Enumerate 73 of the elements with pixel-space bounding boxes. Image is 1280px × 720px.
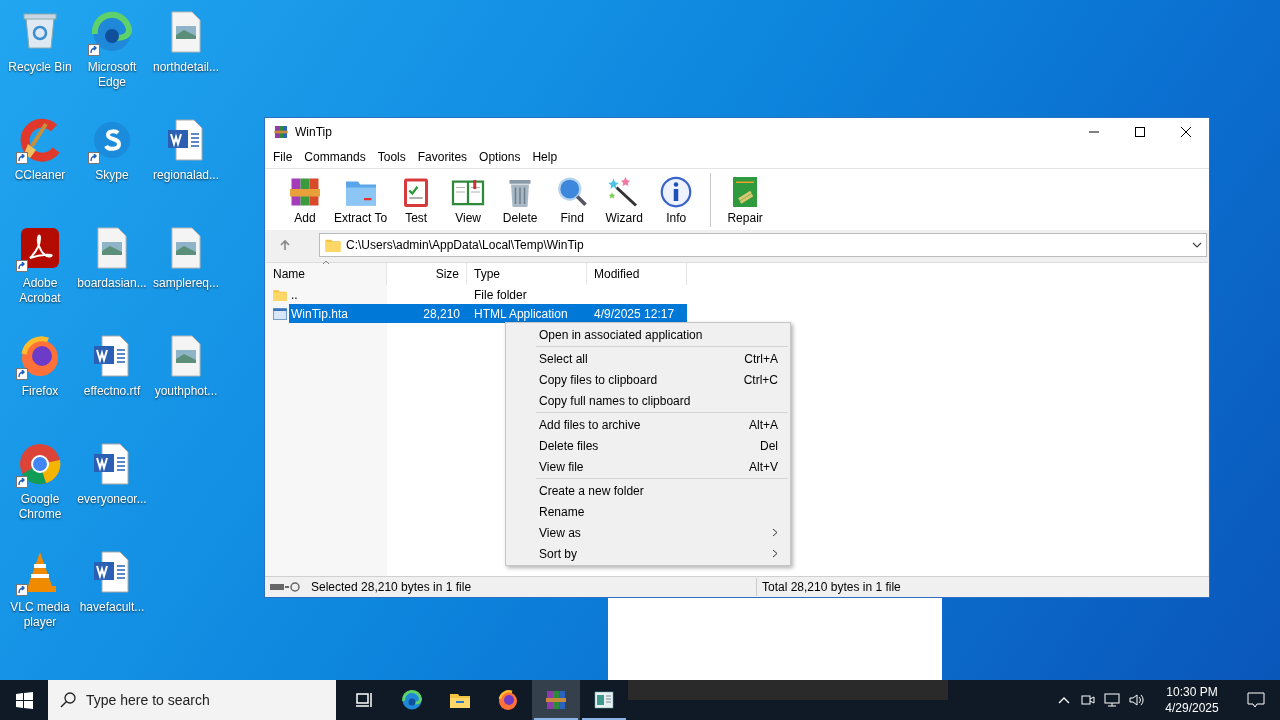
context-menu-item[interactable]: View as [506, 522, 790, 543]
column-header[interactable]: Type [467, 263, 587, 285]
browser-icon [400, 688, 424, 712]
toolbar-button[interactable]: Add [279, 169, 331, 230]
context-menu-item[interactable]: Add files to archive Alt+A [506, 414, 790, 435]
context-menu-item[interactable]: Rename [506, 501, 790, 522]
file-row[interactable]: .. File folder [266, 285, 1208, 304]
desktop-icon-label: Adobe Acrobat [18, 276, 62, 306]
menu-item[interactable]: Favorites [411, 148, 474, 166]
desktop-icon-label: effectno.rtf [83, 384, 141, 399]
desktop-icon-label: youthphot... [154, 384, 218, 399]
file-modified: 4/9/2025 12:17 [593, 305, 676, 323]
context-menu-item[interactable]: Open in associated application [506, 324, 790, 345]
context-menu-item[interactable]: Delete files Del [506, 435, 790, 456]
windows-logo-icon [15, 691, 33, 709]
desktop-icon-label: regionalad... [152, 168, 219, 183]
desktop-icon-label: CCleaner [14, 168, 66, 183]
toolbar-button[interactable]: View [442, 169, 495, 230]
toolbar-button[interactable]: Delete [494, 169, 547, 230]
file-type: HTML Application [473, 305, 569, 323]
toolbar-button[interactable]: Test [390, 169, 443, 230]
file-row[interactable]: WinTip.hta 28,210 HTML Application 4/9/2025 12:17 [266, 304, 1208, 323]
menu-item[interactable]: Options [473, 148, 527, 166]
desktop-icon-label: Recycle Bin [8, 60, 72, 75]
status-text: Total 28,210 bytes in 1 file [761, 579, 901, 596]
menu-item[interactable]: Commands [298, 148, 372, 166]
menu-item[interactable]: Help [526, 148, 564, 166]
browser-icon [496, 688, 520, 712]
desktop-icon-label: everyoneor... [77, 492, 147, 507]
toolbar-button[interactable]: Find [546, 169, 599, 230]
desktop-icon-label: Skype [95, 168, 129, 183]
dropdown-caret-icon[interactable] [1192, 240, 1202, 250]
file-name: WinTip.hta [290, 305, 349, 323]
context-menu-item[interactable]: View file Alt+V [506, 456, 790, 477]
column-header[interactable]: Size [387, 263, 467, 285]
toolbar-button[interactable]: Wizard [598, 169, 651, 230]
desktop-icon-label: boardasian... [77, 276, 147, 291]
search-icon [60, 692, 76, 708]
context-menu-item[interactable]: Copy files to clipboard Ctrl+C [506, 369, 790, 390]
archive-icon [544, 688, 568, 712]
column-header[interactable]: Name [266, 263, 387, 285]
desktop-icon-label: northdetail... [152, 60, 219, 75]
search-field[interactable]: Type here to search [86, 689, 306, 711]
window-icon [592, 688, 616, 712]
sort-caret-icon [322, 259, 330, 265]
window-icon [272, 305, 288, 322]
context-menu-item[interactable]: Copy full names to clipboard [506, 390, 790, 411]
desktop-icon-label: Firefox [21, 384, 59, 399]
toolbar-button[interactable]: Repair [719, 169, 772, 230]
desktop-icon-label: samplereq... [153, 276, 219, 291]
menu-item[interactable]: File [267, 148, 299, 166]
path-field[interactable]: C:\Users\admin\AppData\Local\Temp\WinTip [319, 233, 1207, 257]
column-header[interactable]: Modified [587, 263, 687, 285]
clock[interactable]: 10:30 PM 4/29/2025 [1152, 684, 1232, 716]
context-menu-item[interactable]: Sort by [506, 543, 790, 564]
search-bar[interactable]: Type here to search [48, 680, 336, 720]
file-name: .. [290, 286, 299, 304]
context-menu-item[interactable]: Create a new folder [506, 480, 790, 501]
desktop-icon-label: VLC media player [9, 600, 71, 630]
desktop-icon-label: Google Chrome [17, 492, 63, 522]
maximize-icon [1135, 127, 1145, 137]
status-text: Selected 28,210 bytes in 1 file [311, 578, 757, 596]
toolbar-button[interactable]: Extract To [331, 169, 391, 230]
context-menu-item[interactable]: Select all Ctrl+A [506, 348, 790, 369]
toolbar-button[interactable]: Info [650, 169, 703, 230]
menu-item[interactable]: Tools [371, 148, 412, 166]
window-title: WinTip [295, 124, 332, 141]
file-size: 28,210 [422, 305, 461, 323]
close-icon [1181, 127, 1191, 137]
desktop-icon-label: Microsoft Edge [86, 60, 138, 90]
archive-icon [273, 124, 289, 140]
desktop-icon-label: havefacult... [79, 600, 145, 615]
file-type: File folder [473, 286, 528, 304]
